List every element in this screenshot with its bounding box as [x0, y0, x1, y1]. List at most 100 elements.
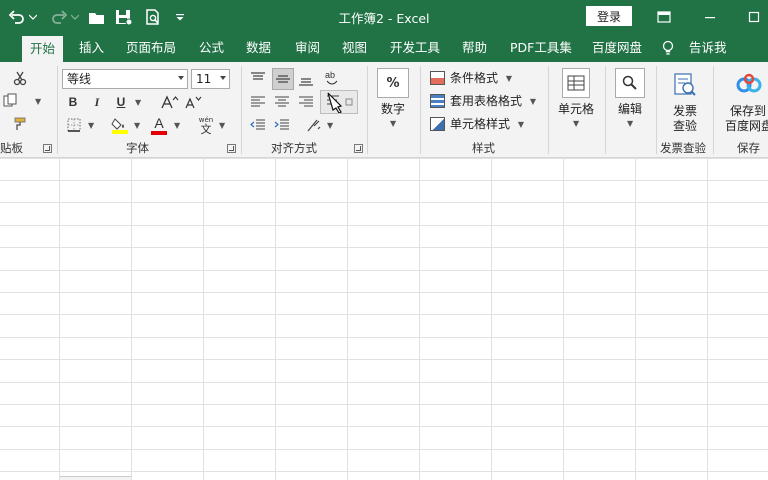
cell-styles-button[interactable]: 单元格样式 ▼	[430, 114, 524, 134]
excel-window: 工作簿2 - Excel 登录 开始 插入 页面布局 公式 数据 审阅 视图 开…	[0, 0, 768, 480]
editing-button-label[interactable]: 编辑	[612, 102, 648, 117]
redo-dropdown-icon[interactable]	[70, 5, 80, 29]
folder-icon[interactable]	[84, 5, 110, 29]
fill-color-dropdown-icon[interactable]: ▼	[134, 121, 140, 130]
number-button-label[interactable]: 数字	[376, 102, 410, 117]
baidu-netdisk-icon[interactable]	[734, 70, 764, 100]
save-to-baidu-line2[interactable]: 百度网盘	[724, 119, 768, 134]
grid-line	[0, 471, 768, 472]
orientation-icon[interactable]: ab	[321, 68, 343, 90]
bold-button[interactable]: B	[64, 93, 82, 111]
grid-line	[0, 404, 768, 405]
italic-button[interactable]: I	[88, 93, 106, 111]
undo-icon[interactable]	[4, 5, 30, 29]
phonetic-char: 文	[200, 123, 212, 136]
fill-color-icon[interactable]	[109, 115, 131, 135]
borders-icon[interactable]	[64, 116, 84, 134]
font-launcher-icon[interactable]	[227, 144, 236, 153]
tab-pdf-tools[interactable]: PDF工具集	[510, 34, 572, 62]
copy-icon[interactable]	[0, 91, 20, 111]
phonetic-guide-button[interactable]: wén 文	[195, 115, 217, 135]
save-to-baidu-line1[interactable]: 保存到	[724, 104, 768, 119]
decrease-indent-icon[interactable]	[248, 115, 268, 135]
font-color-dropdown-icon[interactable]: ▼	[174, 121, 180, 130]
align-right-icon[interactable]	[296, 92, 316, 112]
invoice-check-icon[interactable]	[670, 70, 700, 100]
editing-dropdown-icon[interactable]: ▼	[627, 119, 633, 128]
grid-line	[0, 426, 768, 427]
font-color-letter: A	[154, 114, 164, 131]
grid-line	[131, 158, 132, 480]
cut-icon[interactable]	[10, 68, 30, 88]
wrap-text-button[interactable]	[320, 90, 358, 114]
copy-dropdown-icon[interactable]: ▼	[35, 97, 41, 106]
tab-baidu-netdisk[interactable]: 百度网盘	[592, 34, 642, 62]
top-align-icon[interactable]	[248, 68, 268, 88]
invoice-button-line1[interactable]: 发票	[664, 104, 706, 119]
text-direction-dropdown-icon[interactable]: ▼	[327, 121, 333, 130]
grid-line	[0, 337, 768, 338]
grid-line	[419, 158, 420, 480]
middle-align-icon[interactable]	[272, 68, 294, 90]
redo-icon[interactable]	[46, 5, 72, 29]
underline-dropdown-icon[interactable]: ▼	[135, 98, 141, 107]
undo-dropdown-icon[interactable]	[28, 5, 38, 29]
tab-help[interactable]: 帮助	[462, 34, 487, 62]
print-preview-icon[interactable]	[140, 5, 166, 29]
font-group-label: 字体	[126, 141, 149, 155]
decrease-font-size-icon[interactable]	[184, 93, 204, 111]
number-dropdown-icon[interactable]: ▼	[390, 119, 396, 128]
worksheet-grid[interactable]	[0, 158, 768, 480]
conditional-formatting-button[interactable]: 条件格式 ▼	[430, 68, 512, 88]
login-button[interactable]: 登录	[586, 6, 632, 26]
increase-indent-icon[interactable]	[272, 115, 292, 135]
group-separator	[241, 66, 242, 154]
alignment-group-label: 对齐方式	[271, 141, 317, 155]
phonetic-dropdown-icon[interactable]: ▼	[219, 121, 225, 130]
font-name-combo[interactable]: 等线	[62, 69, 188, 89]
alignment-launcher-icon[interactable]	[354, 144, 363, 153]
format-painter-icon[interactable]	[10, 114, 30, 134]
minimize-icon[interactable]	[694, 5, 726, 29]
tab-page-layout[interactable]: 页面布局	[126, 34, 176, 62]
chevron-down-icon: ▼	[505, 74, 512, 83]
tab-data[interactable]: 数据	[246, 34, 271, 62]
cells-icon[interactable]	[562, 68, 590, 98]
tell-me-search[interactable]: 告诉我	[689, 34, 727, 62]
tab-home[interactable]: 开始	[22, 36, 64, 62]
grid-line	[635, 158, 636, 480]
font-size-combo[interactable]: 11	[191, 69, 230, 89]
clipboard-launcher-icon[interactable]	[43, 144, 52, 153]
text-direction-icon[interactable]	[303, 115, 325, 135]
align-left-icon[interactable]	[248, 92, 268, 112]
grid-line	[347, 158, 348, 480]
chevron-down-icon: ▼	[517, 120, 524, 129]
grid-line	[563, 158, 564, 480]
grid-line	[59, 158, 60, 480]
tab-view[interactable]: 视图	[342, 34, 367, 62]
borders-dropdown-icon[interactable]: ▼	[88, 121, 94, 130]
font-size-value: 11	[196, 72, 212, 86]
underline-button[interactable]: U	[112, 93, 130, 111]
format-as-table-label: 套用表格格式	[450, 94, 523, 108]
cells-button-label[interactable]: 单元格	[554, 102, 598, 117]
tab-developer[interactable]: 开发工具	[390, 34, 440, 62]
grid-line	[491, 158, 492, 480]
cells-dropdown-icon[interactable]: ▼	[573, 119, 579, 128]
customize-qat-icon[interactable]	[172, 5, 188, 29]
align-center-icon[interactable]	[272, 92, 292, 112]
chevron-down-icon	[220, 76, 226, 80]
ribbon-display-options-icon[interactable]	[648, 5, 680, 29]
number-format-icon[interactable]: %	[377, 68, 409, 98]
format-as-table-button[interactable]: 套用表格格式 ▼	[430, 91, 536, 111]
find-search-icon[interactable]	[615, 68, 645, 98]
tab-formulas[interactable]: 公式	[199, 34, 224, 62]
maximize-icon[interactable]	[738, 5, 768, 29]
invoice-button-line2[interactable]: 查验	[664, 119, 706, 134]
tab-review[interactable]: 审阅	[295, 34, 320, 62]
tab-insert[interactable]: 插入	[79, 34, 104, 62]
save-icon[interactable]	[111, 5, 137, 29]
bottom-align-icon[interactable]	[296, 70, 316, 90]
font-color-button[interactable]: A	[149, 115, 169, 135]
increase-font-size-icon[interactable]	[160, 93, 180, 111]
